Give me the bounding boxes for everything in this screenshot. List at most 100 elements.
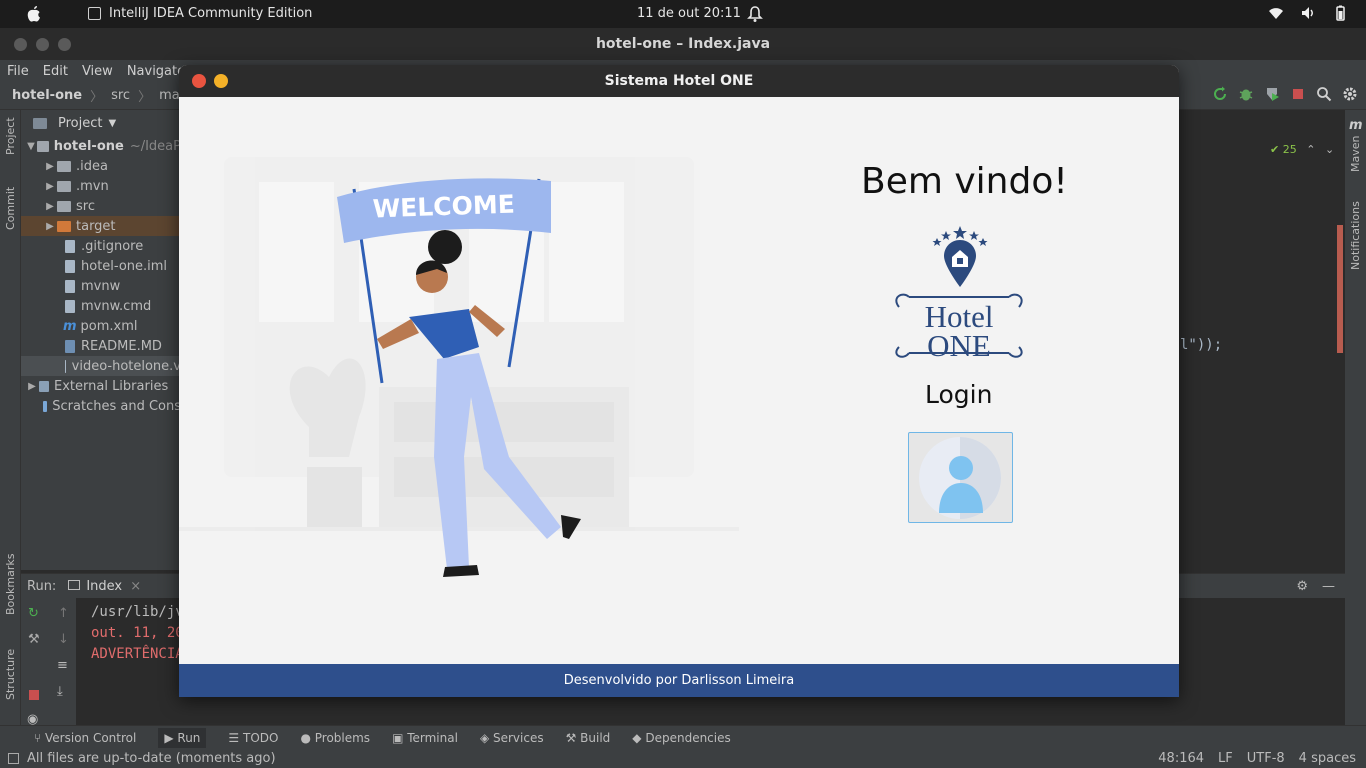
close-icon[interactable]: × xyxy=(130,579,141,594)
debug-icon[interactable] xyxy=(1238,86,1254,102)
arrow-up-icon[interactable]: ↑ xyxy=(58,606,69,621)
inspection-widget[interactable]: ✔ 25 ⌃ ⌄ xyxy=(1270,143,1334,156)
tab-commit[interactable]: Commit xyxy=(4,187,17,230)
soft-wrap-icon[interactable]: ≡ xyxy=(57,658,68,673)
chevron-right-icon[interactable]: ▶ xyxy=(25,381,39,392)
editor-scrollbar-marker[interactable] xyxy=(1337,225,1343,353)
tool-version-control[interactable]: ⑂ Version Control xyxy=(34,731,136,745)
indent-setting[interactable]: 4 spaces xyxy=(1299,749,1356,768)
chevron-down-icon[interactable]: ▼ xyxy=(108,118,116,129)
os-active-app[interactable]: IntelliJ IDEA Community Edition xyxy=(88,6,312,21)
tree-item-src[interactable]: ▶ src xyxy=(21,196,181,216)
tool-terminal[interactable]: ▣ Terminal xyxy=(392,731,458,745)
run-console-output[interactable]: /usr/lib/jv out. 11, 20 ADVERTÊNCIA xyxy=(91,602,184,665)
minimize-icon[interactable]: — xyxy=(1322,579,1335,594)
line-separator[interactable]: LF xyxy=(1218,749,1233,768)
tree-item-label: .gitignore xyxy=(81,238,144,254)
chevron-down-icon[interactable]: ⌄ xyxy=(1325,143,1334,156)
console-line: ADVERTÊNCIA xyxy=(91,646,184,662)
tool-run[interactable]: ▶ Run xyxy=(158,727,207,748)
search-icon[interactable] xyxy=(1316,86,1332,102)
tab-project[interactable]: Project xyxy=(4,117,17,155)
menu-edit[interactable]: Edit xyxy=(43,64,68,79)
login-button[interactable] xyxy=(908,432,1013,523)
tree-item-video[interactable]: video-hotelone.v xyxy=(21,356,181,376)
file-icon xyxy=(65,359,66,373)
status-message[interactable]: All files are up-to-date (moments ago) xyxy=(27,751,276,766)
ide-title-text: hotel-one – Index.java xyxy=(595,36,771,52)
tool-services[interactable]: ◈ Services xyxy=(480,731,544,745)
ide-minimize-button[interactable] xyxy=(36,38,49,51)
wifi-icon[interactable] xyxy=(1268,5,1284,21)
ide-close-button[interactable] xyxy=(14,38,27,51)
maven-icon[interactable]: m xyxy=(1349,118,1363,133)
os-clock[interactable]: 11 de out 20:11 xyxy=(637,6,741,21)
tool-problems[interactable]: ● Problems xyxy=(300,731,370,745)
rerun-icon[interactable]: ↻ xyxy=(28,606,39,621)
tree-root-label: hotel-one xyxy=(53,138,124,154)
tree-item-mvn[interactable]: ▶ .mvn xyxy=(21,176,181,196)
coverage-icon[interactable] xyxy=(1264,86,1280,102)
apple-icon[interactable] xyxy=(26,5,42,23)
arrow-down-icon[interactable]: ↓ xyxy=(58,632,69,647)
tab-maven[interactable]: Maven xyxy=(1349,136,1362,172)
tree-root[interactable]: ▼ hotel-one ~/IdeaP xyxy=(21,136,181,156)
tree-item-label: .mvn xyxy=(76,178,109,194)
settings-gear-icon[interactable] xyxy=(1342,86,1358,102)
run-tab[interactable]: Index × xyxy=(68,579,141,594)
chevron-up-icon[interactable]: ⌃ xyxy=(1306,143,1315,156)
tool-dependencies[interactable]: ◆ Dependencies xyxy=(632,731,730,745)
stop-icon[interactable] xyxy=(1290,86,1306,102)
battery-icon[interactable] xyxy=(1332,5,1348,21)
chevron-down-icon[interactable]: ▼ xyxy=(25,141,37,152)
status-widgets: 48:164 LF UTF-8 4 spaces xyxy=(1158,749,1356,768)
rerun-icon[interactable] xyxy=(1212,86,1228,102)
project-panel-header[interactable]: Project ▼ xyxy=(21,110,181,136)
play-icon: ▶ xyxy=(164,730,178,745)
scroll-to-end-icon[interactable]: ⤓ xyxy=(57,684,63,699)
settings-gear-icon[interactable]: ⚙ xyxy=(1296,579,1308,594)
tree-item-pom[interactable]: m pom.xml xyxy=(21,316,181,336)
tab-bookmarks[interactable]: Bookmarks xyxy=(4,554,17,615)
file-encoding[interactable]: UTF-8 xyxy=(1247,749,1285,768)
volume-icon[interactable] xyxy=(1300,5,1316,21)
tree-item-target[interactable]: ▶ target xyxy=(21,216,181,236)
chevron-right-icon[interactable]: ▶ xyxy=(43,201,57,212)
dialog-minimize-button[interactable] xyxy=(214,74,228,88)
tree-item-mvnw-cmd[interactable]: mvnw.cmd xyxy=(21,296,181,316)
tree-item-external-libraries[interactable]: ▶ External Libraries xyxy=(21,376,181,396)
menu-navigate[interactable]: Navigate xyxy=(127,64,185,79)
system-tray xyxy=(1268,5,1348,21)
logo-line-2: ONE xyxy=(927,328,991,363)
tool-todo[interactable]: ☰ TODO xyxy=(228,731,278,745)
chevron-right-icon[interactable]: ▶ xyxy=(43,221,57,232)
dialog-close-button[interactable] xyxy=(192,74,206,88)
hotel-one-logo: Hotel ONE xyxy=(895,226,1023,363)
stop-icon[interactable] xyxy=(29,690,39,700)
breadcrumb-src[interactable]: src xyxy=(111,88,130,103)
bottom-tool-bar: ⑂ Version Control ▶ Run ☰ TODO ● Problem… xyxy=(0,725,1366,749)
tree-item-mvnw[interactable]: mvnw xyxy=(21,276,181,296)
chevron-right-icon[interactable]: ▶ xyxy=(43,161,57,172)
menu-file[interactable]: File xyxy=(7,64,29,79)
list-icon: ☰ xyxy=(228,730,243,745)
tree-item-scratches[interactable]: Scratches and Cons xyxy=(21,396,181,416)
tree-item-gitignore[interactable]: .gitignore xyxy=(21,236,181,256)
tool-build[interactable]: ⚒ Build xyxy=(566,731,611,745)
wrench-icon[interactable]: ⚒ xyxy=(28,632,40,647)
bell-icon[interactable] xyxy=(747,5,763,23)
tree-item-idea[interactable]: ▶ .idea xyxy=(21,156,181,176)
breadcrumb-project[interactable]: hotel-one xyxy=(12,88,82,103)
banner-text: WELCOME xyxy=(372,190,515,224)
tab-notifications[interactable]: Notifications xyxy=(1349,201,1362,270)
status-toggle-icon[interactable] xyxy=(8,753,19,764)
file-icon xyxy=(65,279,75,293)
tab-structure[interactable]: Structure xyxy=(4,649,17,700)
tree-item-iml[interactable]: hotel-one.iml xyxy=(21,256,181,276)
check-icon: ✔ xyxy=(1270,143,1280,156)
menu-view[interactable]: View xyxy=(82,64,113,79)
caret-position[interactable]: 48:164 xyxy=(1158,749,1204,768)
chevron-right-icon[interactable]: ▶ xyxy=(43,181,57,192)
ide-maximize-button[interactable] xyxy=(58,38,71,51)
tree-item-readme[interactable]: README.MD xyxy=(21,336,181,356)
